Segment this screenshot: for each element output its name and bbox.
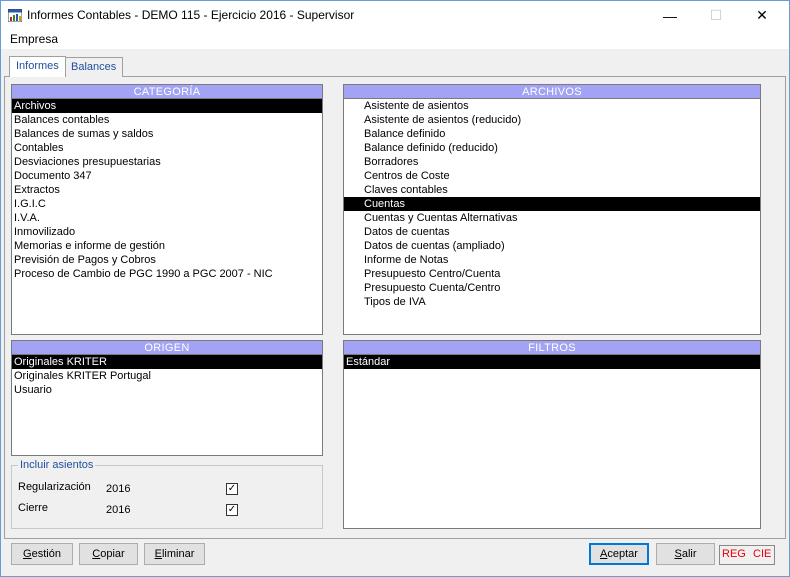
incluir-asientos-title: Incluir asientos — [18, 459, 96, 471]
categoria-item[interactable]: Balances de sumas y saldos — [12, 127, 322, 141]
maximize-button[interactable]: ☐ — [693, 1, 739, 30]
regularizacion-label: Regularización — [18, 481, 91, 493]
salir-label: alir — [681, 548, 697, 560]
filtros-item[interactable]: Estándar — [344, 355, 760, 369]
categoria-item[interactable]: Contables — [12, 141, 322, 155]
minimize-button[interactable]: — — [647, 1, 693, 30]
regularizacion-year: 2016 — [106, 483, 131, 495]
archivos-item[interactable]: Balance definido (reducido) — [344, 141, 760, 155]
categoria-list[interactable]: CATEGORÍA Archivos Balances contables Bala… — [11, 84, 323, 335]
eliminar-mnemonic: E — [154, 548, 162, 560]
categoria-item[interactable]: Archivos — [12, 99, 322, 113]
origen-header: ORIGEN — [12, 341, 322, 355]
categoria-item[interactable]: Extractos — [12, 183, 322, 197]
archivos-item[interactable]: Asistente de asientos — [344, 99, 760, 113]
salir-button[interactable]: Salir — [656, 543, 715, 565]
origen-item[interactable]: Usuario — [12, 383, 322, 397]
copiar-button[interactable]: Copiar — [79, 543, 138, 565]
archivos-item[interactable]: Claves contables — [344, 183, 760, 197]
cie-status: CIE — [753, 548, 772, 560]
copiar-label: opiar — [100, 548, 125, 560]
categoria-item[interactable]: Balances contables — [12, 113, 322, 127]
archivos-item[interactable]: Tipos de IVA — [344, 295, 760, 309]
filtros-list[interactable]: FILTROS Estándar — [343, 340, 761, 529]
archivos-item[interactable]: Balance definido — [344, 127, 760, 141]
categoria-item[interactable]: Desviaciones presupuestarias — [12, 155, 322, 169]
app-icon — [8, 9, 22, 22]
origen-list[interactable]: ORIGEN Originales KRITER Originales KRITE… — [11, 340, 323, 456]
archivos-item[interactable]: Presupuesto Centro/Cuenta — [344, 267, 760, 281]
filtros-header: FILTROS — [344, 341, 760, 355]
gestion-label: estión — [31, 548, 61, 560]
status-indicators: REG CIE — [719, 545, 775, 565]
cierre-row: Cierre 2016 ✓ — [18, 502, 318, 516]
archivos-item[interactable]: Borradores — [344, 155, 760, 169]
archivos-item[interactable]: Presupuesto Cuenta/Centro — [344, 281, 760, 295]
archivos-item[interactable]: Datos de cuentas (ampliado) — [344, 239, 760, 253]
eliminar-label: liminar — [161, 548, 195, 560]
aceptar-button[interactable]: Aceptar — [589, 543, 649, 565]
cierre-label: Cierre — [18, 502, 48, 514]
aceptar-label: ceptar — [607, 548, 638, 560]
cierre-checkbox[interactable]: ✓ — [226, 504, 238, 516]
tab-informes[interactable]: Informes — [9, 56, 66, 77]
salir-mnemonic: S — [674, 548, 682, 560]
categoria-item[interactable]: Memorias e informe de gestión — [12, 239, 322, 253]
menu-bar: Empresa — [1, 30, 789, 49]
categoria-item[interactable]: Inmovilizado — [12, 225, 322, 239]
archivos-item[interactable]: Cuentas — [344, 197, 760, 211]
eliminar-button[interactable]: Eliminar — [144, 543, 205, 565]
archivos-item[interactable]: Informe de Notas — [344, 253, 760, 267]
title-bar: Informes Contables - DEMO 115 - Ejercici… — [1, 1, 789, 30]
archivos-item[interactable]: Centros de Coste — [344, 169, 760, 183]
gestion-button[interactable]: Gestión — [11, 543, 73, 565]
regularizacion-row: Regularización 2016 ✓ — [18, 481, 318, 495]
tab-balances[interactable]: Balances — [64, 57, 124, 77]
archivos-header: ARCHIVOS — [344, 85, 760, 99]
reg-status: REG — [722, 548, 746, 560]
incluir-asientos-group: Incluir asientos Regularización 2016 ✓ C… — [11, 459, 323, 529]
origen-item[interactable]: Originales KRITER Portugal — [12, 369, 322, 383]
close-button[interactable]: ✕ — [739, 1, 785, 30]
categoria-item[interactable]: I.V.A. — [12, 211, 322, 225]
archivos-item[interactable]: Asistente de asientos (reducido) — [344, 113, 760, 127]
archivos-item[interactable]: Cuentas y Cuentas Alternativas — [344, 211, 760, 225]
archivos-list[interactable]: ARCHIVOS Asistente de asientos Asistente … — [343, 84, 761, 335]
main-window: Informes Contables - DEMO 115 - Ejercici… — [0, 0, 790, 577]
window-title: Informes Contables - DEMO 115 - Ejercici… — [27, 8, 355, 22]
categoria-item[interactable]: Proceso de Cambio de PGC 1990 a PGC 2007… — [12, 267, 322, 281]
regularizacion-checkbox[interactable]: ✓ — [226, 483, 238, 495]
archivos-item[interactable]: Datos de cuentas — [344, 225, 760, 239]
menu-empresa[interactable]: Empresa — [10, 32, 58, 46]
categoria-item[interactable]: Documento 347 — [12, 169, 322, 183]
origen-item[interactable]: Originales KRITER — [12, 355, 322, 369]
gestion-mnemonic: G — [23, 548, 32, 560]
categoria-header: CATEGORÍA — [12, 85, 322, 99]
categoria-item[interactable]: I.G.I.C — [12, 197, 322, 211]
cierre-year: 2016 — [106, 504, 131, 516]
categoria-item[interactable]: Previsión de Pagos y Cobros — [12, 253, 322, 267]
